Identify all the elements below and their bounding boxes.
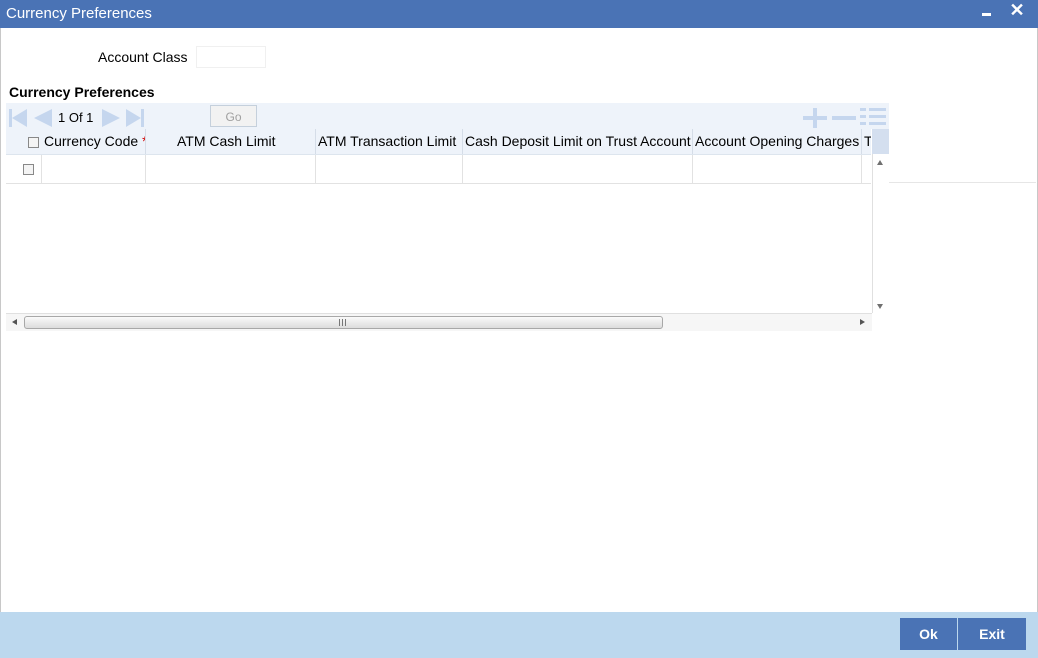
grid-toolbar: 1 Of 1 Go <box>6 103 889 131</box>
select-all-checkbox[interactable] <box>28 137 39 148</box>
cell-currency-code[interactable] <box>41 155 145 183</box>
column-header-label: ATM Transaction Limit <box>318 133 457 149</box>
column-header-atm-cash-limit[interactable]: ATM Cash Limit <box>145 129 315 154</box>
list-view-icon[interactable] <box>860 106 886 128</box>
delete-row-icon[interactable] <box>832 116 856 120</box>
column-header-atm-transaction-limit[interactable]: ATM Transaction Limit <box>315 129 462 154</box>
page-indicator: 1 Of 1 <box>58 110 94 125</box>
go-button[interactable]: Go <box>210 105 257 127</box>
last-page-icon[interactable] <box>126 109 146 127</box>
cell-atm-cash-limit[interactable] <box>145 155 315 183</box>
cell-atm-transaction-limit[interactable] <box>315 155 462 183</box>
account-class-input[interactable] <box>196 46 266 68</box>
account-class-label: Account Class <box>98 49 188 65</box>
column-header-cash-deposit-limit[interactable]: Cash Deposit Limit on Trust Account <box>462 129 692 154</box>
previous-page-icon[interactable] <box>34 109 52 127</box>
cell-truncated[interactable] <box>861 155 871 183</box>
currency-preferences-grid: 1 Of 1 Go Currency Code* ATM Cash Limit … <box>6 103 889 331</box>
column-header-label: Currency Code <box>44 133 139 149</box>
horizontal-scrollbar[interactable] <box>6 313 872 331</box>
column-header-label: T <box>864 133 871 149</box>
column-header-account-opening-charges[interactable]: Account Opening Charges <box>692 129 861 154</box>
scroll-up-icon[interactable] <box>877 160 883 165</box>
close-icon[interactable]: ✕ <box>1005 0 1029 24</box>
table-row[interactable] <box>6 155 871 184</box>
vertical-scrollbar[interactable] <box>872 154 889 313</box>
column-header-truncated[interactable]: T <box>861 129 871 154</box>
column-header-label: Cash Deposit Limit on Trust Account <box>465 133 691 149</box>
column-header-label: Account Opening Charges <box>695 133 860 149</box>
window-title: Currency Preferences <box>6 5 152 22</box>
grip-icon <box>339 319 347 326</box>
scroll-thumb[interactable] <box>24 316 663 329</box>
scroll-corner <box>872 129 889 154</box>
title-bar: Currency Preferences ✕ <box>0 0 1038 28</box>
divider <box>889 182 1036 183</box>
cell-account-opening-charges[interactable] <box>692 155 861 183</box>
minimize-icon[interactable] <box>974 0 998 24</box>
footer-bar: Ok Exit <box>0 612 1038 658</box>
ok-button[interactable]: Ok <box>900 618 957 650</box>
next-page-icon[interactable] <box>102 109 120 127</box>
scroll-left-icon[interactable] <box>12 319 17 325</box>
section-title: Currency Preferences <box>9 84 155 100</box>
exit-button[interactable]: Exit <box>958 618 1026 650</box>
grid-header-row: Currency Code* ATM Cash Limit ATM Transa… <box>6 129 871 155</box>
add-row-icon[interactable] <box>803 108 827 128</box>
scroll-right-icon[interactable] <box>860 319 865 325</box>
column-header-label: ATM Cash Limit <box>177 133 276 149</box>
row-select-checkbox[interactable] <box>23 164 34 175</box>
first-page-icon[interactable] <box>9 109 29 127</box>
cell-cash-deposit-limit[interactable] <box>462 155 692 183</box>
page-number-input[interactable] <box>164 106 210 131</box>
column-header-currency-code[interactable]: Currency Code* <box>41 129 145 154</box>
scroll-down-icon[interactable] <box>877 304 883 309</box>
